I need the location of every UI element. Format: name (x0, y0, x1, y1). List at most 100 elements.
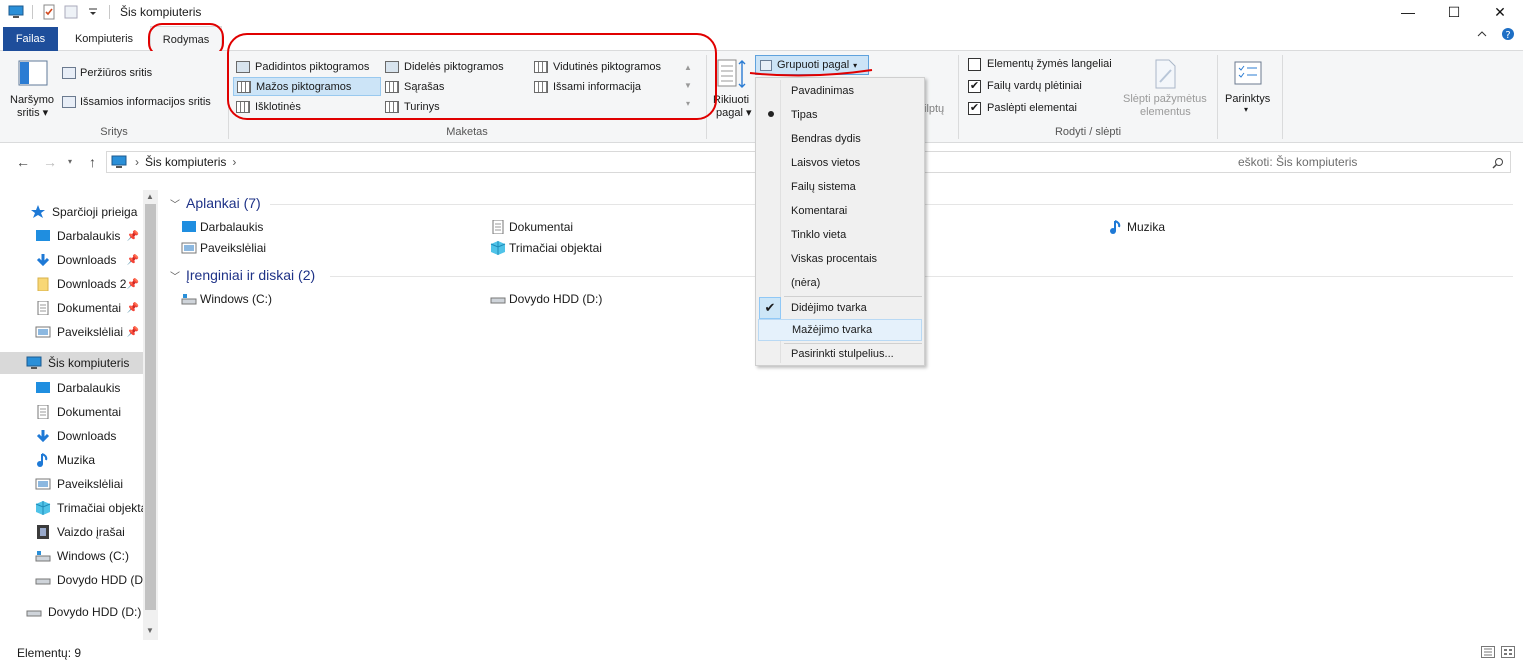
menu-item-name[interactable]: Pavadinimas (758, 80, 922, 102)
hidden-items-checkbox[interactable]: ✔ (968, 102, 981, 115)
customize-toolbar-icon[interactable] (85, 4, 101, 20)
tab-file[interactable]: Failas (3, 27, 58, 51)
nav-item-desktop[interactable]: Darbalaukis (0, 377, 143, 399)
layout-medium-icons[interactable]: Vidutinės piktogramos (531, 57, 679, 76)
folder-item-music[interactable]: Muzika (1108, 220, 1165, 234)
nav-item-pictures-pinned[interactable]: Paveikslėliai 📌 (0, 321, 143, 343)
details-pane-button[interactable]: Išsamios informacijos sritis (80, 96, 211, 108)
menu-item-percent-full[interactable]: Viskas procentais (758, 248, 922, 270)
group-header-devices[interactable]: ﹀ Įrenginiai ir diskai (2) (170, 267, 315, 283)
menu-item-free-space[interactable]: Laisvos vietos (758, 152, 922, 174)
chevron-down-icon[interactable]: ﹀ (170, 268, 180, 283)
nav-item-desktop-pinned[interactable]: Darbalaukis 📌 (0, 225, 143, 247)
breadcrumb-this-pc[interactable]: Šis kompiuteris (145, 155, 226, 169)
nav-item-this-pc[interactable]: Šis kompiuteris (0, 352, 143, 374)
item-checkboxes-checkbox[interactable] (968, 58, 981, 71)
nav-item-documents[interactable]: Dokumentai (0, 401, 143, 423)
navigation-pane-label-2[interactable]: sritis ▾ (17, 106, 48, 119)
navigation-pane-icon[interactable] (18, 60, 48, 86)
back-arrow-icon[interactable]: ← (16, 154, 30, 170)
chevron-down-icon[interactable]: ▾ (1244, 105, 1248, 114)
search-input[interactable]: eškoti: Šis kompiuteris (911, 151, 1511, 173)
item-count: Elementų: 9 (17, 646, 82, 660)
nav-item-downloads[interactable]: Downloads (0, 425, 143, 447)
tab-view[interactable]: Rodymas (150, 26, 222, 52)
sort-by-icon[interactable] (717, 58, 747, 90)
nav-item-downloads-2-pinned[interactable]: Downloads 2 📌 (0, 273, 143, 295)
forward-arrow-icon[interactable]: → (43, 154, 57, 170)
menu-item-descending[interactable]: Mažėjimo tvarka (758, 319, 922, 341)
search-icon[interactable] (1492, 157, 1504, 169)
new-folder-icon[interactable] (63, 4, 79, 20)
quick-access-toolbar (0, 0, 112, 24)
recent-locations-chevron-icon[interactable]: ▾ (68, 157, 72, 166)
tiles-icon (236, 100, 250, 113)
file-extensions-label[interactable]: Failų vardų plėtiniai (987, 80, 1082, 92)
drive-item-dovydo-hdd-d[interactable]: Dovydo HDD (D:) (490, 292, 602, 306)
menu-item-total-size[interactable]: Bendras dydis (758, 128, 922, 150)
folder-item-desktop[interactable]: Darbalaukis (181, 220, 263, 234)
folder-item-3d-objects[interactable]: Trimačiai objektai (490, 241, 602, 255)
file-extensions-checkbox[interactable]: ✔ (968, 80, 981, 93)
nav-item-pictures[interactable]: Paveikslėliai (0, 473, 143, 495)
document-icon (37, 405, 49, 419)
layout-content[interactable]: Turinys (382, 97, 530, 116)
hidden-items-label[interactable]: Paslėpti elementai (987, 102, 1077, 114)
computer-icon[interactable] (8, 4, 24, 20)
layout-extra-large-icons[interactable]: Padidintos piktogramos (233, 57, 381, 76)
nav-item-downloads-pinned[interactable]: Downloads 📌 (0, 249, 143, 271)
tab-computer[interactable]: Kompiuteris (60, 26, 148, 51)
menu-item-ascending[interactable]: ✔ Didėjimo tvarka (758, 297, 922, 319)
sort-by-label-2[interactable]: pagal ▾ (716, 106, 752, 119)
collapse-ribbon-icon[interactable] (1477, 30, 1487, 38)
nav-item-quick-access[interactable]: Sparčioji prieiga (0, 201, 143, 223)
folder-item-pictures[interactable]: Paveikslėliai (181, 241, 266, 255)
nav-item-videos[interactable]: Vaizdo įrašai (0, 521, 143, 543)
options-label[interactable]: Parinktys (1225, 93, 1270, 105)
details-view-icon[interactable] (1481, 646, 1495, 658)
layout-small-icons[interactable]: Mažos piktogramos (233, 77, 381, 96)
close-button[interactable]: ✕ (1477, 0, 1523, 24)
menu-item-file-system[interactable]: Failų sistema (758, 176, 922, 198)
minimize-button[interactable]: — (1385, 0, 1431, 24)
menu-item-type[interactable]: Tipas (758, 104, 922, 126)
navigation-pane-label[interactable]: Naršymo (10, 94, 54, 106)
breadcrumb-chevron-icon[interactable]: › (232, 155, 236, 169)
scroll-down-icon[interactable]: ▼ (146, 626, 154, 635)
layout-tiles[interactable]: Išklotinės (233, 97, 381, 116)
details-pane-icon (62, 96, 76, 108)
sort-by-label[interactable]: Rikiuoti (713, 94, 749, 106)
menu-item-none[interactable]: (nėra) (758, 272, 922, 294)
pin-icon: 📌 (126, 230, 139, 242)
properties-icon[interactable] (41, 4, 57, 20)
folder-item-documents[interactable]: Dokumentai (490, 220, 573, 234)
nav-item-3d-objects[interactable]: Trimačiai objekta (0, 497, 143, 519)
item-checkboxes-label[interactable]: Elementų žymės langeliai (987, 58, 1112, 70)
menu-item-choose-columns[interactable]: Pasirinkti stulpelius... (758, 343, 922, 365)
folder-icon (37, 277, 49, 291)
nav-item-documents-pinned[interactable]: Dokumentai 📌 (0, 297, 143, 319)
nav-pane-scrollbar-thumb[interactable] (145, 204, 156, 610)
nav-item-dovydo-hdd-d[interactable]: Dovydo HDD (D: (0, 569, 143, 591)
nav-item-windows-c[interactable]: Windows (C:) (0, 545, 143, 567)
drive-item-windows-c[interactable]: Windows (C:) (181, 292, 272, 306)
layout-details[interactable]: Išsami informacija (531, 77, 679, 96)
layout-large-icons[interactable]: Didelės piktogramos (382, 57, 530, 76)
layout-list[interactable]: Sąrašas (382, 77, 530, 96)
nav-item-dovydo-hdd-d-root[interactable]: Dovydo HDD (D:) (0, 601, 143, 623)
nav-item-music[interactable]: Muzika (0, 449, 143, 471)
help-icon[interactable]: ? (1501, 27, 1515, 41)
breadcrumb-chevron-icon[interactable]: › (135, 155, 139, 169)
menu-item-comments[interactable]: Komentarai (758, 200, 922, 222)
layout-gallery-scroll[interactable]: ▲ ▼ ▾ (682, 59, 694, 113)
large-icons-view-icon[interactable] (1501, 646, 1515, 658)
scroll-up-icon[interactable]: ▲ (146, 192, 154, 201)
pin-icon: 📌 (126, 278, 139, 290)
up-arrow-icon[interactable]: ↑ (89, 154, 96, 170)
maximize-button[interactable]: ☐ (1431, 0, 1477, 24)
chevron-down-icon[interactable]: ﹀ (170, 196, 180, 211)
group-header-folders[interactable]: ﹀ Aplankai (7) (170, 195, 261, 211)
menu-item-network-location[interactable]: Tinklo vieta (758, 224, 922, 246)
options-icon[interactable] (1233, 60, 1263, 88)
preview-pane-button[interactable]: Peržiūros sritis (80, 67, 152, 79)
